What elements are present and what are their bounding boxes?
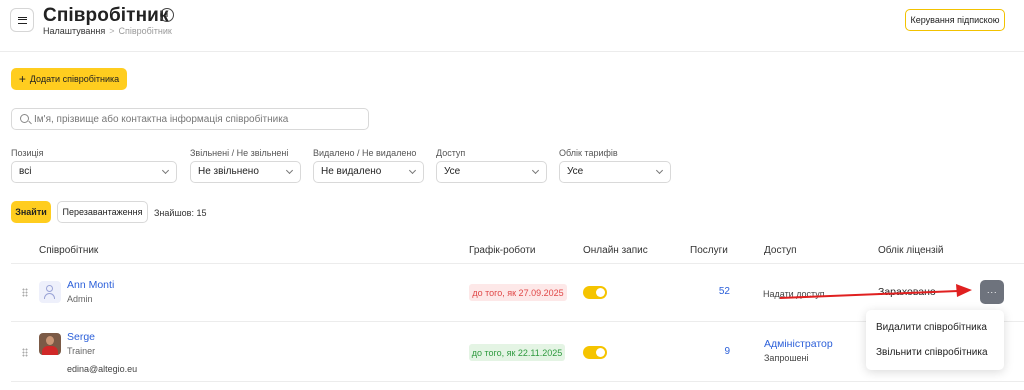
online-booking-toggle[interactable] bbox=[583, 286, 607, 299]
filter-deleted-label: Видалено / Не видалено bbox=[313, 148, 417, 158]
chevron-down-icon bbox=[408, 166, 417, 175]
filter-position-select[interactable]: всі bbox=[11, 161, 177, 183]
avatar-face bbox=[46, 336, 54, 345]
column-header-employee: Співробітник bbox=[39, 245, 99, 256]
filter-tariff-value: Усе bbox=[567, 166, 584, 177]
drag-handle-icon[interactable] bbox=[22, 288, 28, 297]
table-divider bbox=[11, 381, 1024, 382]
filter-access-label: Доступ bbox=[436, 148, 466, 158]
breadcrumb-separator: > bbox=[109, 26, 115, 36]
employee-role: Trainer bbox=[67, 346, 96, 356]
reload-button[interactable]: Перезавантаження bbox=[57, 201, 148, 223]
find-button[interactable]: Знайти bbox=[11, 201, 51, 223]
filter-deleted-value: Не видалено bbox=[321, 166, 382, 177]
row-more-button[interactable]: ··· bbox=[980, 280, 1004, 304]
chevron-down-icon bbox=[531, 166, 540, 175]
search-input[interactable] bbox=[34, 111, 364, 127]
drag-handle-icon[interactable] bbox=[22, 348, 28, 357]
search-box[interactable] bbox=[11, 108, 369, 130]
online-booking-toggle[interactable] bbox=[583, 346, 607, 359]
chevron-down-icon bbox=[285, 166, 294, 175]
employee-name[interactable]: Serge bbox=[67, 331, 95, 343]
table-divider bbox=[11, 263, 1024, 264]
filter-position-value: всі bbox=[19, 166, 32, 177]
filter-dismissed-select[interactable]: Не звільнено bbox=[190, 161, 301, 183]
info-icon[interactable]: i bbox=[160, 8, 174, 22]
grant-access-link[interactable]: Надати доступ bbox=[763, 289, 825, 299]
employee-role: Admin bbox=[67, 294, 93, 304]
add-employee-button[interactable]: + Додати співробітника bbox=[11, 68, 127, 90]
filter-tariff-select[interactable]: Усе bbox=[559, 161, 671, 183]
page-title: Співробітник bbox=[43, 5, 169, 26]
add-employee-label: Додати співробітника bbox=[29, 74, 120, 84]
filter-access-value: Усе bbox=[444, 166, 461, 177]
chevron-down-icon bbox=[161, 166, 170, 175]
row-actions-menu: Видалити співробітника Звільнити співроб… bbox=[866, 310, 1004, 370]
services-count[interactable]: 9 bbox=[700, 346, 730, 357]
hamburger-icon bbox=[17, 16, 27, 24]
avatar bbox=[39, 333, 61, 355]
filter-dismissed-value: Не звільнено bbox=[198, 166, 259, 177]
schedule-badge[interactable]: до того, як 22.11.2025 bbox=[469, 344, 565, 361]
chevron-down-icon bbox=[655, 166, 664, 175]
services-count[interactable]: 52 bbox=[700, 286, 730, 297]
filter-dismissed-label: Звільнені / Не звільнені bbox=[190, 148, 289, 158]
arrow-head bbox=[956, 284, 972, 297]
column-header-license: Облік ліцензій bbox=[878, 245, 944, 256]
employee-email: edina@altegio.eu bbox=[67, 364, 138, 374]
avatar-head bbox=[46, 285, 53, 292]
page-header: Співробітник i Налаштування > Співробітник… bbox=[0, 0, 1024, 52]
avatar-shirt bbox=[42, 346, 58, 355]
column-header-online-booking: Онлайн запис bbox=[583, 245, 648, 256]
plus-icon: + bbox=[18, 72, 26, 86]
filter-deleted-select[interactable]: Не видалено bbox=[313, 161, 424, 183]
found-count: Знайшов: 15 bbox=[154, 208, 207, 218]
breadcrumb-parent[interactable]: Налаштування bbox=[43, 26, 105, 36]
access-role-link[interactable]: Адміністратор bbox=[764, 338, 833, 350]
avatar bbox=[39, 281, 61, 303]
license-status: Зараховано bbox=[878, 286, 936, 298]
filter-access-select[interactable]: Усе bbox=[436, 161, 547, 183]
filter-position-label: Позиція bbox=[11, 148, 44, 158]
menu-item-delete-employee[interactable]: Видалити співробітника bbox=[876, 322, 987, 333]
access-status: Запрошені bbox=[764, 353, 809, 363]
search-icon bbox=[20, 114, 29, 123]
manage-subscription-button[interactable]: Керування підпискою bbox=[905, 9, 1005, 31]
column-header-services: Послуги bbox=[690, 245, 728, 256]
column-header-schedule: Графік-роботи bbox=[469, 245, 536, 256]
menu-item-dismiss-employee[interactable]: Звільнити співробітника bbox=[876, 347, 988, 358]
schedule-badge[interactable]: до того, як 27.09.2025 bbox=[469, 284, 567, 301]
filter-tariff-label: Облік тарифів bbox=[559, 148, 618, 158]
breadcrumb-current: Співробітник bbox=[118, 26, 172, 36]
employee-name[interactable]: Ann Monti bbox=[67, 279, 114, 291]
avatar-body bbox=[44, 293, 55, 299]
column-header-access: Доступ bbox=[764, 245, 797, 256]
menu-button[interactable] bbox=[10, 8, 34, 32]
breadcrumb: Налаштування > Співробітник bbox=[43, 26, 172, 36]
